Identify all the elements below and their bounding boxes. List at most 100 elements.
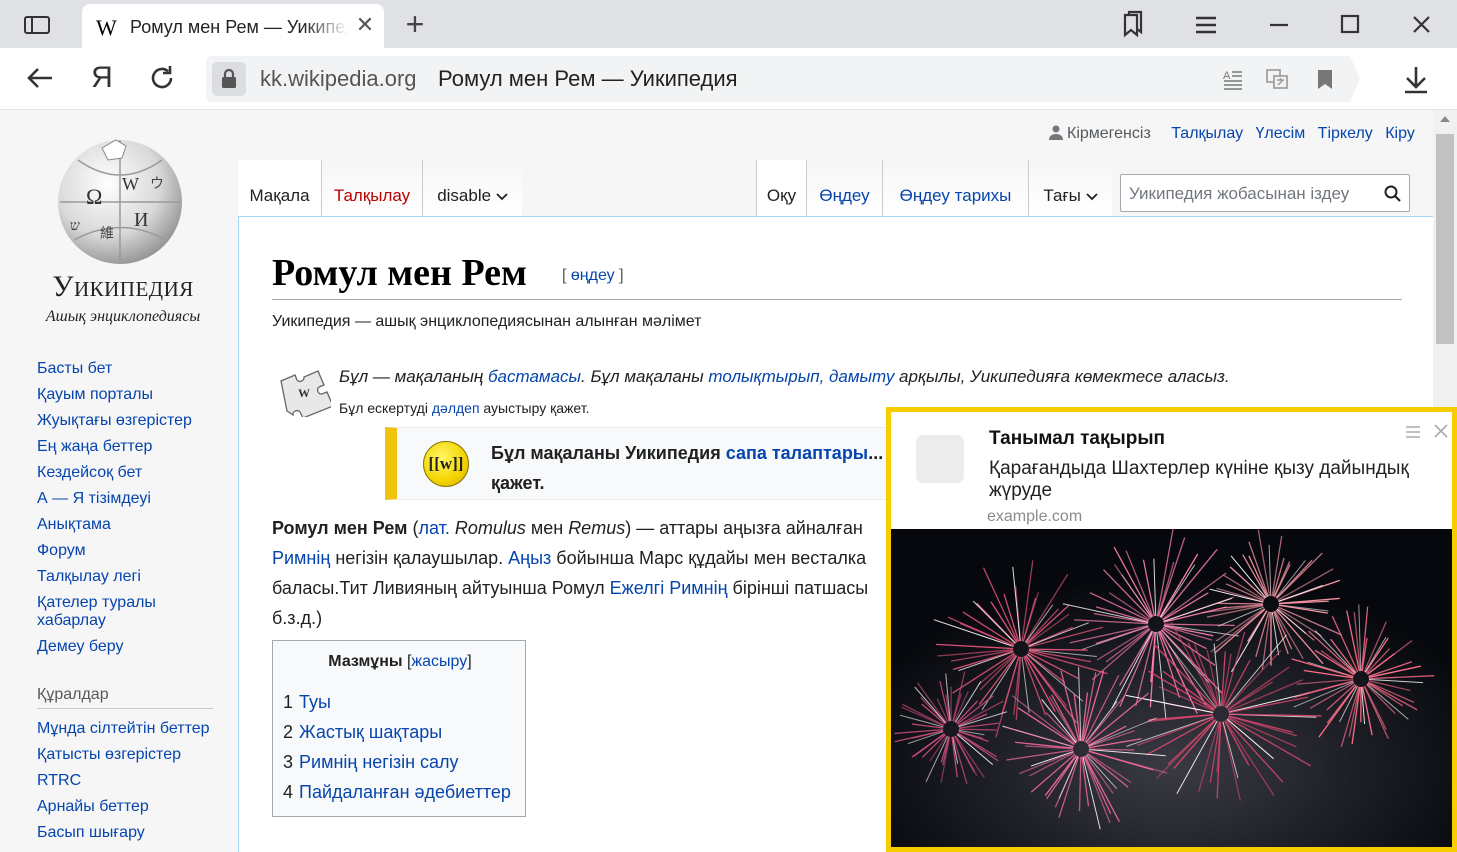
section-edit: [ өңдеу ] bbox=[562, 267, 624, 284]
para-text: баласы.Тит Ливияның айтуынша Ромул bbox=[272, 578, 610, 598]
ancient-rome-link[interactable]: Ежелгі Римнің bbox=[610, 578, 728, 598]
login-link[interactable]: Кіру bbox=[1385, 125, 1415, 142]
url-page-title[interactable]: Ромул мен Рем — Уикипедия bbox=[438, 66, 738, 92]
sidebar-nav-item[interactable]: Қауым порталы bbox=[37, 386, 227, 404]
sidebar-nav-item[interactable]: Қателер туралы хабарлау bbox=[37, 594, 227, 630]
toc-link[interactable]: Жастық шақтары bbox=[299, 722, 442, 742]
menu-icon[interactable] bbox=[1403, 424, 1423, 440]
refine-link[interactable]: дәлдеп bbox=[432, 400, 480, 416]
url-domain[interactable]: kk.wikipedia.org bbox=[260, 66, 417, 92]
tab-close-icon[interactable]: ✕ bbox=[352, 12, 378, 38]
more-label: Тағы bbox=[1043, 186, 1081, 205]
quality-standards-link[interactable]: сапа талаптары bbox=[726, 443, 868, 463]
sidebar-tool-item[interactable]: Арнайы беттер bbox=[37, 798, 227, 816]
sidebar-nav-item[interactable]: Талқылау легі bbox=[37, 568, 227, 586]
sidebar-icon[interactable] bbox=[14, 10, 56, 40]
anon-user: Кірмегенсіз bbox=[1048, 125, 1159, 142]
toc-link[interactable]: Пайдаланған әдебиеттер bbox=[299, 782, 511, 802]
sidebar-navigation: Басты бет Қауым порталы Жуықтағы өзгерісте… bbox=[37, 360, 227, 664]
toc-toggle[interactable]: жасыру bbox=[411, 653, 467, 670]
scroll-thumb[interactable] bbox=[1436, 134, 1454, 344]
tab-edit-label[interactable]: Өңдеу bbox=[819, 186, 869, 205]
chevron-down-icon bbox=[1085, 193, 1098, 201]
toc-item[interactable]: 2 Жастық шақтары bbox=[283, 717, 511, 747]
sidebar-nav-item[interactable]: Ең жаңа беттер bbox=[37, 438, 227, 456]
close-icon[interactable] bbox=[1404, 8, 1438, 42]
sidebar-nav-item[interactable]: А — Я тізімдеуі bbox=[37, 490, 227, 508]
heading-edit-link[interactable]: өңдеу bbox=[571, 267, 615, 284]
bookmark-icon[interactable] bbox=[1312, 66, 1338, 92]
toc-title: Мазмұны [жасыру] bbox=[328, 653, 472, 670]
toc-item[interactable]: 3 Римнің негізін салу bbox=[283, 747, 511, 777]
para-text: бойынша Марс құдайы мен весталка bbox=[551, 548, 867, 568]
sidebar-nav-item[interactable]: Демеу беру bbox=[37, 638, 227, 656]
news-notification[interactable]: Танымал тақырып Қарағандыда Шахтерлер кү… bbox=[886, 407, 1457, 852]
notification-body[interactable]: Қарағандыда Шахтерлер күніне қызу дайынд… bbox=[989, 458, 1439, 502]
sidebar-nav-item[interactable]: Анықтама bbox=[37, 516, 227, 534]
sidebar-nav-item[interactable]: Жуықтағы өзгерістер bbox=[37, 412, 227, 430]
toc-link[interactable]: Римнің негізін салу bbox=[299, 752, 459, 772]
sidebar-nav-item[interactable]: Кездейсоқ бет bbox=[37, 464, 227, 482]
minimize-icon[interactable] bbox=[1262, 8, 1296, 42]
browser-tab[interactable]: W Ромул мен Рем — Уикипедия ✕ bbox=[82, 4, 384, 48]
wikipedia-logo[interactable]: Ω W И 維 ウ ש Уикипедия Ашық энциклопедияс… bbox=[18, 122, 228, 325]
personal-tools: Кірмегенсіз Талқылау Үлесім Тіркелу Кіру bbox=[1048, 124, 1423, 143]
firework-spark bbox=[958, 728, 997, 731]
sidebar-tool-item[interactable]: Басып шығару bbox=[37, 824, 227, 842]
create-account-link[interactable]: Тіркелу bbox=[1318, 125, 1373, 142]
yandex-logo-button[interactable]: Я bbox=[84, 60, 120, 96]
reader-icon[interactable]: A bbox=[1220, 66, 1246, 92]
tab-article[interactable]: Мақала bbox=[238, 160, 321, 217]
search-placeholder[interactable]: Уикипедия жобасынан іздеу bbox=[1129, 184, 1349, 204]
stub-note-2: ауыстыру қажет. bbox=[479, 400, 590, 416]
toc-item[interactable]: 4 Пайдаланған әдебиеттер bbox=[283, 777, 511, 807]
tab-talk[interactable]: Талқылау bbox=[321, 160, 422, 217]
search-icon[interactable] bbox=[1383, 184, 1403, 204]
back-icon[interactable] bbox=[22, 60, 58, 96]
address-bar[interactable]: kk.wikipedia.org Ромул мен Рем — Уикипед… bbox=[206, 56, 1360, 102]
lock-icon[interactable] bbox=[212, 62, 246, 96]
tab-history[interactable]: Өңдеу тарихы bbox=[882, 160, 1028, 217]
sidebar-tool-item[interactable]: RTRC bbox=[37, 772, 227, 790]
latin-link[interactable]: лат. bbox=[418, 518, 449, 538]
sidebar-tool-item[interactable]: Қатысты өзгерістер bbox=[37, 746, 227, 764]
legend-link[interactable]: Аңыз bbox=[508, 548, 551, 568]
tab-more-dropdown[interactable]: Тағы bbox=[1028, 160, 1112, 217]
tab-read[interactable]: Оқу bbox=[756, 160, 806, 217]
translate-icon[interactable] bbox=[1264, 66, 1290, 92]
expand-link[interactable]: толықтырып, дамыту bbox=[708, 367, 894, 386]
toc-heading: Мазмұны bbox=[328, 653, 403, 670]
maximize-icon[interactable] bbox=[1333, 8, 1367, 42]
download-icon[interactable] bbox=[1398, 62, 1434, 98]
toc-link[interactable]: Туы bbox=[299, 692, 331, 712]
tab-edit[interactable]: Өңдеу bbox=[806, 160, 882, 217]
sidebar-nav-item[interactable]: Форум bbox=[37, 542, 227, 560]
toc-item[interactable]: 1 Туы bbox=[283, 687, 511, 717]
wikipedia-favicon-icon: W bbox=[96, 15, 117, 40]
bold-term: Ромул мен Рем bbox=[272, 518, 408, 538]
collections-icon[interactable] bbox=[1116, 8, 1150, 42]
stub-text-2: . Бұл мақаланы bbox=[581, 367, 709, 386]
svg-text:W: W bbox=[122, 174, 139, 194]
scroll-up-icon[interactable] bbox=[1440, 116, 1450, 122]
personal-talk-link[interactable]: Талқылау bbox=[1171, 125, 1243, 142]
stub-text-1: Бұл — мақаланың bbox=[339, 367, 488, 386]
tab-title: Ромул мен Рем — Уикипедия bbox=[130, 17, 348, 37]
fireworks-image[interactable] bbox=[891, 529, 1452, 847]
close-icon[interactable] bbox=[1432, 422, 1450, 440]
wikipedia-wordmark: Уикипедия bbox=[52, 270, 194, 303]
search-input[interactable]: Уикипедия жобасынан іздеу bbox=[1120, 174, 1410, 212]
tab-variant-dropdown[interactable]: disable bbox=[422, 160, 522, 217]
reload-icon[interactable] bbox=[144, 60, 180, 96]
menu-icon[interactable] bbox=[1189, 8, 1223, 42]
sidebar-tools: Мұнда сілтейтін беттер Қатысты өзгерістер… bbox=[37, 720, 227, 850]
rome-link[interactable]: Римнің bbox=[272, 548, 330, 568]
svg-text:維: 維 bbox=[100, 226, 114, 242]
para-text: мен bbox=[525, 518, 569, 538]
sidebar-nav-item[interactable]: Басты бет bbox=[37, 360, 227, 378]
tab-history-label[interactable]: Өңдеу тарихы bbox=[900, 186, 1012, 205]
sidebar-tool-item[interactable]: Мұнда сілтейтін беттер bbox=[37, 720, 227, 738]
new-tab-button[interactable]: + bbox=[400, 8, 430, 40]
personal-contributions-link[interactable]: Үлесім bbox=[1256, 125, 1306, 142]
stub-link[interactable]: бастамасы bbox=[488, 367, 581, 386]
